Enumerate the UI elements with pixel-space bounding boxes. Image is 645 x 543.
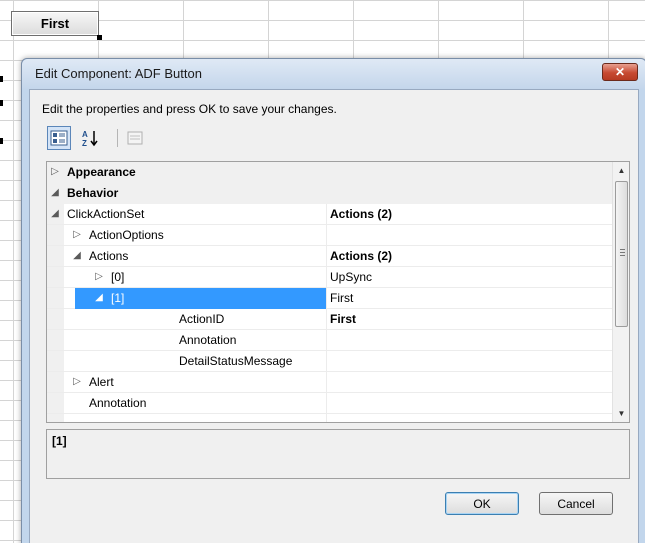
expand-icon[interactable]: ▷ (93, 271, 105, 282)
row-name: Alert (89, 375, 114, 389)
row-value[interactable]: Actions (2) (330, 207, 392, 221)
property-pages-button[interactable] (123, 126, 147, 150)
grid-row-annotation-child[interactable]: Annotation (47, 330, 614, 351)
thumb-grip (620, 249, 625, 250)
collapse-icon[interactable]: ◢ (93, 292, 105, 303)
toolbar-separator (117, 129, 118, 147)
cancel-button[interactable]: Cancel (539, 492, 613, 515)
grid-row-appearance[interactable]: ▷ Appearance (47, 162, 614, 183)
categorized-view-icon (50, 130, 68, 146)
collapse-icon[interactable]: ◢ (71, 250, 83, 261)
selection-handle[interactable] (97, 35, 102, 40)
expand-icon[interactable]: ▷ (49, 166, 61, 177)
dialog-title: Edit Component: ADF Button (35, 66, 202, 81)
expand-icon[interactable]: ▷ (71, 376, 83, 387)
grid-row-behavior[interactable]: ◢ Behavior (47, 183, 614, 204)
scroll-down-icon[interactable]: ▼ (613, 405, 629, 422)
vertical-scrollbar[interactable]: ▲ ▼ (612, 162, 629, 422)
grid-row-alert[interactable]: ▷ Alert (47, 372, 614, 393)
row-name: Actions (89, 249, 129, 263)
row-value[interactable]: First (330, 291, 353, 305)
row-name: Annotation (179, 333, 237, 347)
row-name: DetailStatusMessage (179, 354, 293, 368)
instruction-text: Edit the properties and press OK to save… (42, 102, 337, 116)
ok-button[interactable]: OK (445, 492, 519, 515)
sheet-first-button[interactable]: First (11, 11, 99, 36)
row-value[interactable]: First (330, 312, 356, 326)
grid-row-action-0[interactable]: ▷ [0] UpSync (47, 267, 614, 288)
grid-row-action-1[interactable]: ◢ [1] First (47, 288, 614, 309)
row-name: Appearance (67, 165, 136, 179)
close-icon: ✕ (614, 65, 626, 79)
grid-row-annotation[interactable]: Annotation (47, 393, 614, 414)
svg-text:Z: Z (82, 139, 87, 147)
grid-row-actionid[interactable]: ActionID First (47, 309, 614, 330)
row-value[interactable]: Actions (2) (330, 249, 392, 263)
property-grid[interactable]: ▷ Appearance ◢ Behavior ◢ ClickActionSet… (46, 161, 630, 423)
sheet-mark (0, 100, 3, 106)
collapse-icon[interactable]: ◢ (49, 187, 61, 198)
description-title: [1] (52, 434, 67, 448)
dialog-client-area: Edit the properties and press OK to save… (29, 89, 639, 543)
close-button[interactable]: ✕ (602, 63, 638, 81)
grid-row-clickactionset[interactable]: ◢ ClickActionSet Actions (2) (47, 204, 614, 225)
thumb-grip (620, 255, 625, 256)
property-pages-icon (127, 131, 143, 145)
sheet-mark (0, 138, 3, 144)
row-name: ClickActionSet (67, 207, 145, 221)
row-name: [0] (111, 270, 125, 284)
categorized-button[interactable] (47, 126, 71, 150)
thumb-grip (620, 252, 625, 253)
row-value[interactable]: UpSync (330, 270, 372, 284)
collapse-icon[interactable]: ◢ (49, 208, 61, 219)
alphabetical-button[interactable]: A Z (79, 126, 103, 150)
edit-component-dialog: Edit Component: ADF Button ✕ Edit the pr… (21, 58, 645, 543)
row-name: Behavior (67, 186, 119, 200)
grid-row-actionoptions[interactable]: ▷ ActionOptions (47, 225, 614, 246)
grid-row-detailstatusmessage[interactable]: DetailStatusMessage (47, 351, 614, 372)
property-grid-toolbar: A Z (47, 126, 157, 150)
scroll-thumb[interactable] (615, 181, 628, 327)
svg-text:A: A (82, 130, 88, 139)
row-name: ActionOptions (89, 228, 164, 242)
dialog-titlebar[interactable]: Edit Component: ADF Button ✕ (22, 59, 645, 89)
row-name: Annotation (89, 396, 147, 410)
grid-row-actions[interactable]: ◢ Actions Actions (2) (47, 246, 614, 267)
expand-icon[interactable]: ▷ (71, 229, 83, 240)
row-name: ActionID (179, 312, 225, 326)
description-panel: [1] (46, 429, 630, 479)
row-name: [1] (111, 291, 125, 305)
scroll-up-icon[interactable]: ▲ (613, 162, 629, 179)
alphabetical-sort-icon: A Z (82, 130, 98, 147)
sheet-mark (0, 76, 3, 82)
